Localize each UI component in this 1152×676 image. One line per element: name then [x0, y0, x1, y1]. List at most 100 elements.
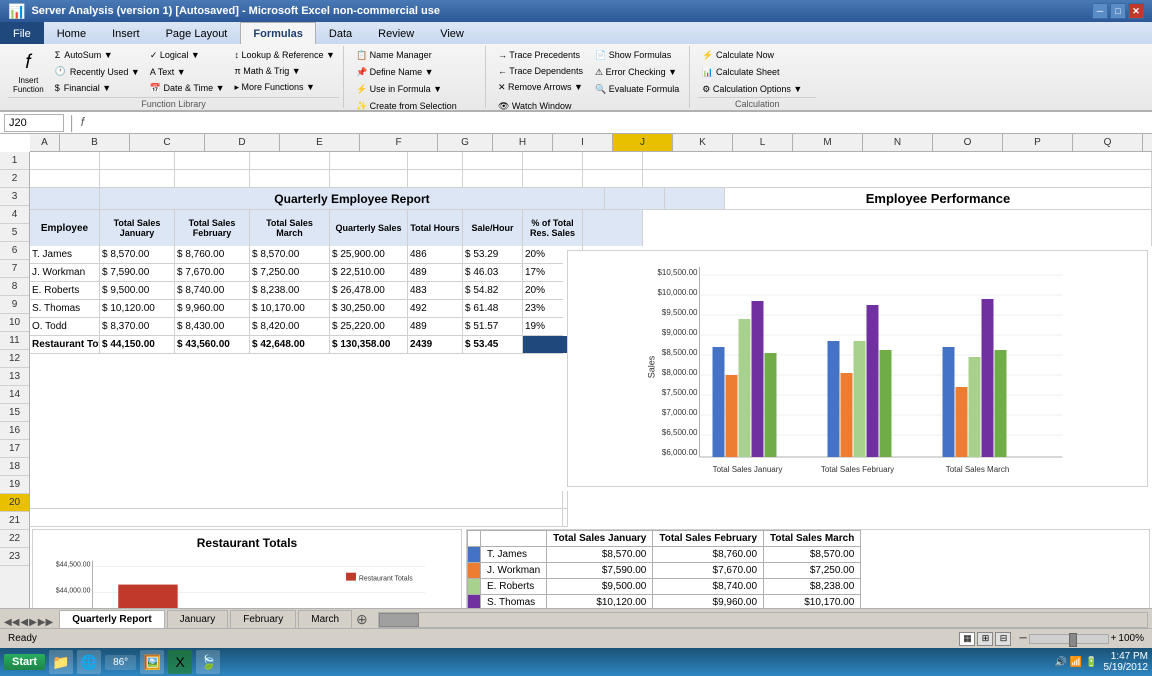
- cell-i3[interactable]: [605, 188, 665, 209]
- taskbar-weather[interactable]: 86°: [105, 655, 136, 670]
- cell-row12[interactable]: [30, 509, 563, 526]
- cell-h-9[interactable]: 489: [408, 318, 463, 335]
- header-hours[interactable]: Total Hours: [408, 210, 463, 246]
- error-checking-btn[interactable]: ⚠ Error Checking ▼: [591, 65, 683, 80]
- cell-name-5[interactable]: T. James: [30, 246, 100, 263]
- cell-e1[interactable]: [250, 152, 330, 169]
- col-header-g[interactable]: G: [438, 134, 493, 151]
- tab-data[interactable]: Data: [316, 22, 365, 44]
- cell-row11[interactable]: [30, 491, 563, 508]
- col-header-q[interactable]: Q: [1073, 134, 1143, 151]
- cell-i1[interactable]: [523, 152, 583, 169]
- cell-rest-12[interactable]: [563, 509, 568, 526]
- sheet-nav-last[interactable]: ▶▶: [38, 617, 53, 628]
- perf-name-e-roberts[interactable]: E. Roberts: [481, 579, 547, 595]
- cell-q-5[interactable]: $ 25,900.00: [330, 246, 408, 263]
- cell-total-h[interactable]: 2439: [408, 336, 463, 353]
- row-19[interactable]: 19: [0, 476, 29, 494]
- logical-btn[interactable]: ✓ Logical ▼: [146, 48, 229, 63]
- start-button[interactable]: Start: [4, 654, 45, 670]
- cell-d2[interactable]: [175, 170, 250, 187]
- row-5[interactable]: 5: [0, 224, 29, 242]
- cell-feb-9[interactable]: $ 8,430.00: [175, 318, 250, 335]
- use-in-formula-btn[interactable]: ⚡ Use in Formula ▼: [352, 82, 446, 97]
- cell-e2[interactable]: [250, 170, 330, 187]
- math-btn[interactable]: π Math & Trig ▼: [230, 64, 338, 78]
- cell-i2[interactable]: [523, 170, 583, 187]
- cell-feb-7[interactable]: $ 8,740.00: [175, 282, 250, 299]
- row-14[interactable]: 14: [0, 386, 29, 404]
- sheet-tab-january[interactable]: January: [167, 610, 229, 628]
- tab-insert[interactable]: Insert: [99, 22, 153, 44]
- cell-sh-5[interactable]: $ 53.29: [463, 246, 523, 263]
- autosum-btn[interactable]: Σ AutoSum ▼: [51, 48, 144, 62]
- header-jan[interactable]: Total Sales January: [100, 210, 175, 246]
- cell-jan-6[interactable]: $ 7,590.00: [100, 264, 175, 281]
- sheet-tab-february[interactable]: February: [230, 610, 296, 628]
- row-21[interactable]: 21: [0, 512, 29, 530]
- tab-file[interactable]: File: [0, 22, 44, 44]
- emp-perf-title[interactable]: Employee Performance: [725, 188, 1152, 209]
- col-header-r[interactable]: R: [1143, 134, 1152, 151]
- sheet-nav-next[interactable]: ▶: [29, 617, 37, 628]
- more-functions-btn[interactable]: ▸ More Functions ▼: [230, 80, 338, 95]
- cell-h-5[interactable]: 486: [408, 246, 463, 263]
- calculate-now-btn[interactable]: ⚡ Calculate Now: [698, 48, 816, 63]
- normal-view-btn[interactable]: ▦: [959, 632, 975, 646]
- perf-feb-j-workman[interactable]: $7,670.00: [653, 563, 764, 579]
- perf-mar-s-thomas[interactable]: $10,170.00: [764, 595, 861, 609]
- cell-q-8[interactable]: $ 30,250.00: [330, 300, 408, 317]
- cell-j4[interactable]: [583, 210, 643, 246]
- evaluate-formula-btn[interactable]: 🔍 Evaluate Formula: [591, 82, 683, 97]
- cell-jan-5[interactable]: $ 8,570.00: [100, 246, 175, 263]
- cell-h-6[interactable]: 489: [408, 264, 463, 281]
- row-7[interactable]: 7: [0, 260, 29, 278]
- perf-feb-s-thomas[interactable]: $9,960.00: [653, 595, 764, 609]
- taskbar-chrome-icon[interactable]: 🌐: [77, 650, 101, 674]
- show-formulas-btn[interactable]: 📄 Show Formulas: [591, 48, 683, 63]
- cell-feb-8[interactable]: $ 9,960.00: [175, 300, 250, 317]
- col-header-j[interactable]: J: [613, 134, 673, 151]
- taskbar-explorer-icon[interactable]: 📁: [49, 650, 73, 674]
- maximize-btn[interactable]: □: [1110, 3, 1126, 19]
- col-header-l[interactable]: L: [733, 134, 793, 151]
- cell-reference-input[interactable]: [4, 114, 64, 132]
- perf-jan-e-roberts[interactable]: $9,500.00: [547, 579, 653, 595]
- cell-total-mar[interactable]: $ 42,648.00: [250, 336, 330, 353]
- report-title[interactable]: Quarterly Employee Report: [100, 188, 605, 209]
- cell-h-8[interactable]: 492: [408, 300, 463, 317]
- zoom-in-btn[interactable]: +: [1111, 633, 1117, 644]
- perf-mar-e-roberts[interactable]: $8,238.00: [764, 579, 861, 595]
- cell-total-sh[interactable]: $ 53.45: [463, 336, 523, 353]
- row-1[interactable]: 1: [0, 152, 29, 170]
- function-icon[interactable]: 𝑓: [81, 115, 85, 130]
- cell-mar-9[interactable]: $ 8,420.00: [250, 318, 330, 335]
- cell-sh-9[interactable]: $ 51.57: [463, 318, 523, 335]
- col-header-i[interactable]: I: [553, 134, 613, 151]
- header-employee[interactable]: Employee: [30, 210, 100, 246]
- col-header-n[interactable]: N: [863, 134, 933, 151]
- row-12[interactable]: 12: [0, 350, 29, 368]
- cell-rest-1[interactable]: [643, 152, 1152, 169]
- col-header-e[interactable]: E: [280, 134, 360, 151]
- row-13[interactable]: 13: [0, 368, 29, 386]
- insert-function-btn[interactable]: 𝑓 InsertFunction: [8, 48, 49, 97]
- cell-rest-11[interactable]: [563, 491, 568, 508]
- text-btn[interactable]: A Text ▼: [146, 65, 229, 79]
- tab-review[interactable]: Review: [365, 22, 427, 44]
- tab-page-layout[interactable]: Page Layout: [153, 22, 241, 44]
- taskbar-app3-icon[interactable]: 🍃: [196, 650, 220, 674]
- cell-q-7[interactable]: $ 26,478.00: [330, 282, 408, 299]
- row-22[interactable]: 22: [0, 530, 29, 548]
- cell-g2[interactable]: [408, 170, 463, 187]
- col-header-k[interactable]: K: [673, 134, 733, 151]
- row-18[interactable]: 18: [0, 458, 29, 476]
- row-23[interactable]: 23: [0, 548, 29, 566]
- cell-h2[interactable]: [463, 170, 523, 187]
- cell-total-q[interactable]: $ 130,358.00: [330, 336, 408, 353]
- cell-b3[interactable]: [30, 188, 100, 209]
- cell-total-name[interactable]: Restaurant Total: [30, 336, 100, 353]
- cell-f2[interactable]: [330, 170, 408, 187]
- row-17[interactable]: 17: [0, 440, 29, 458]
- sheet-nav-first[interactable]: ◀◀: [4, 617, 19, 628]
